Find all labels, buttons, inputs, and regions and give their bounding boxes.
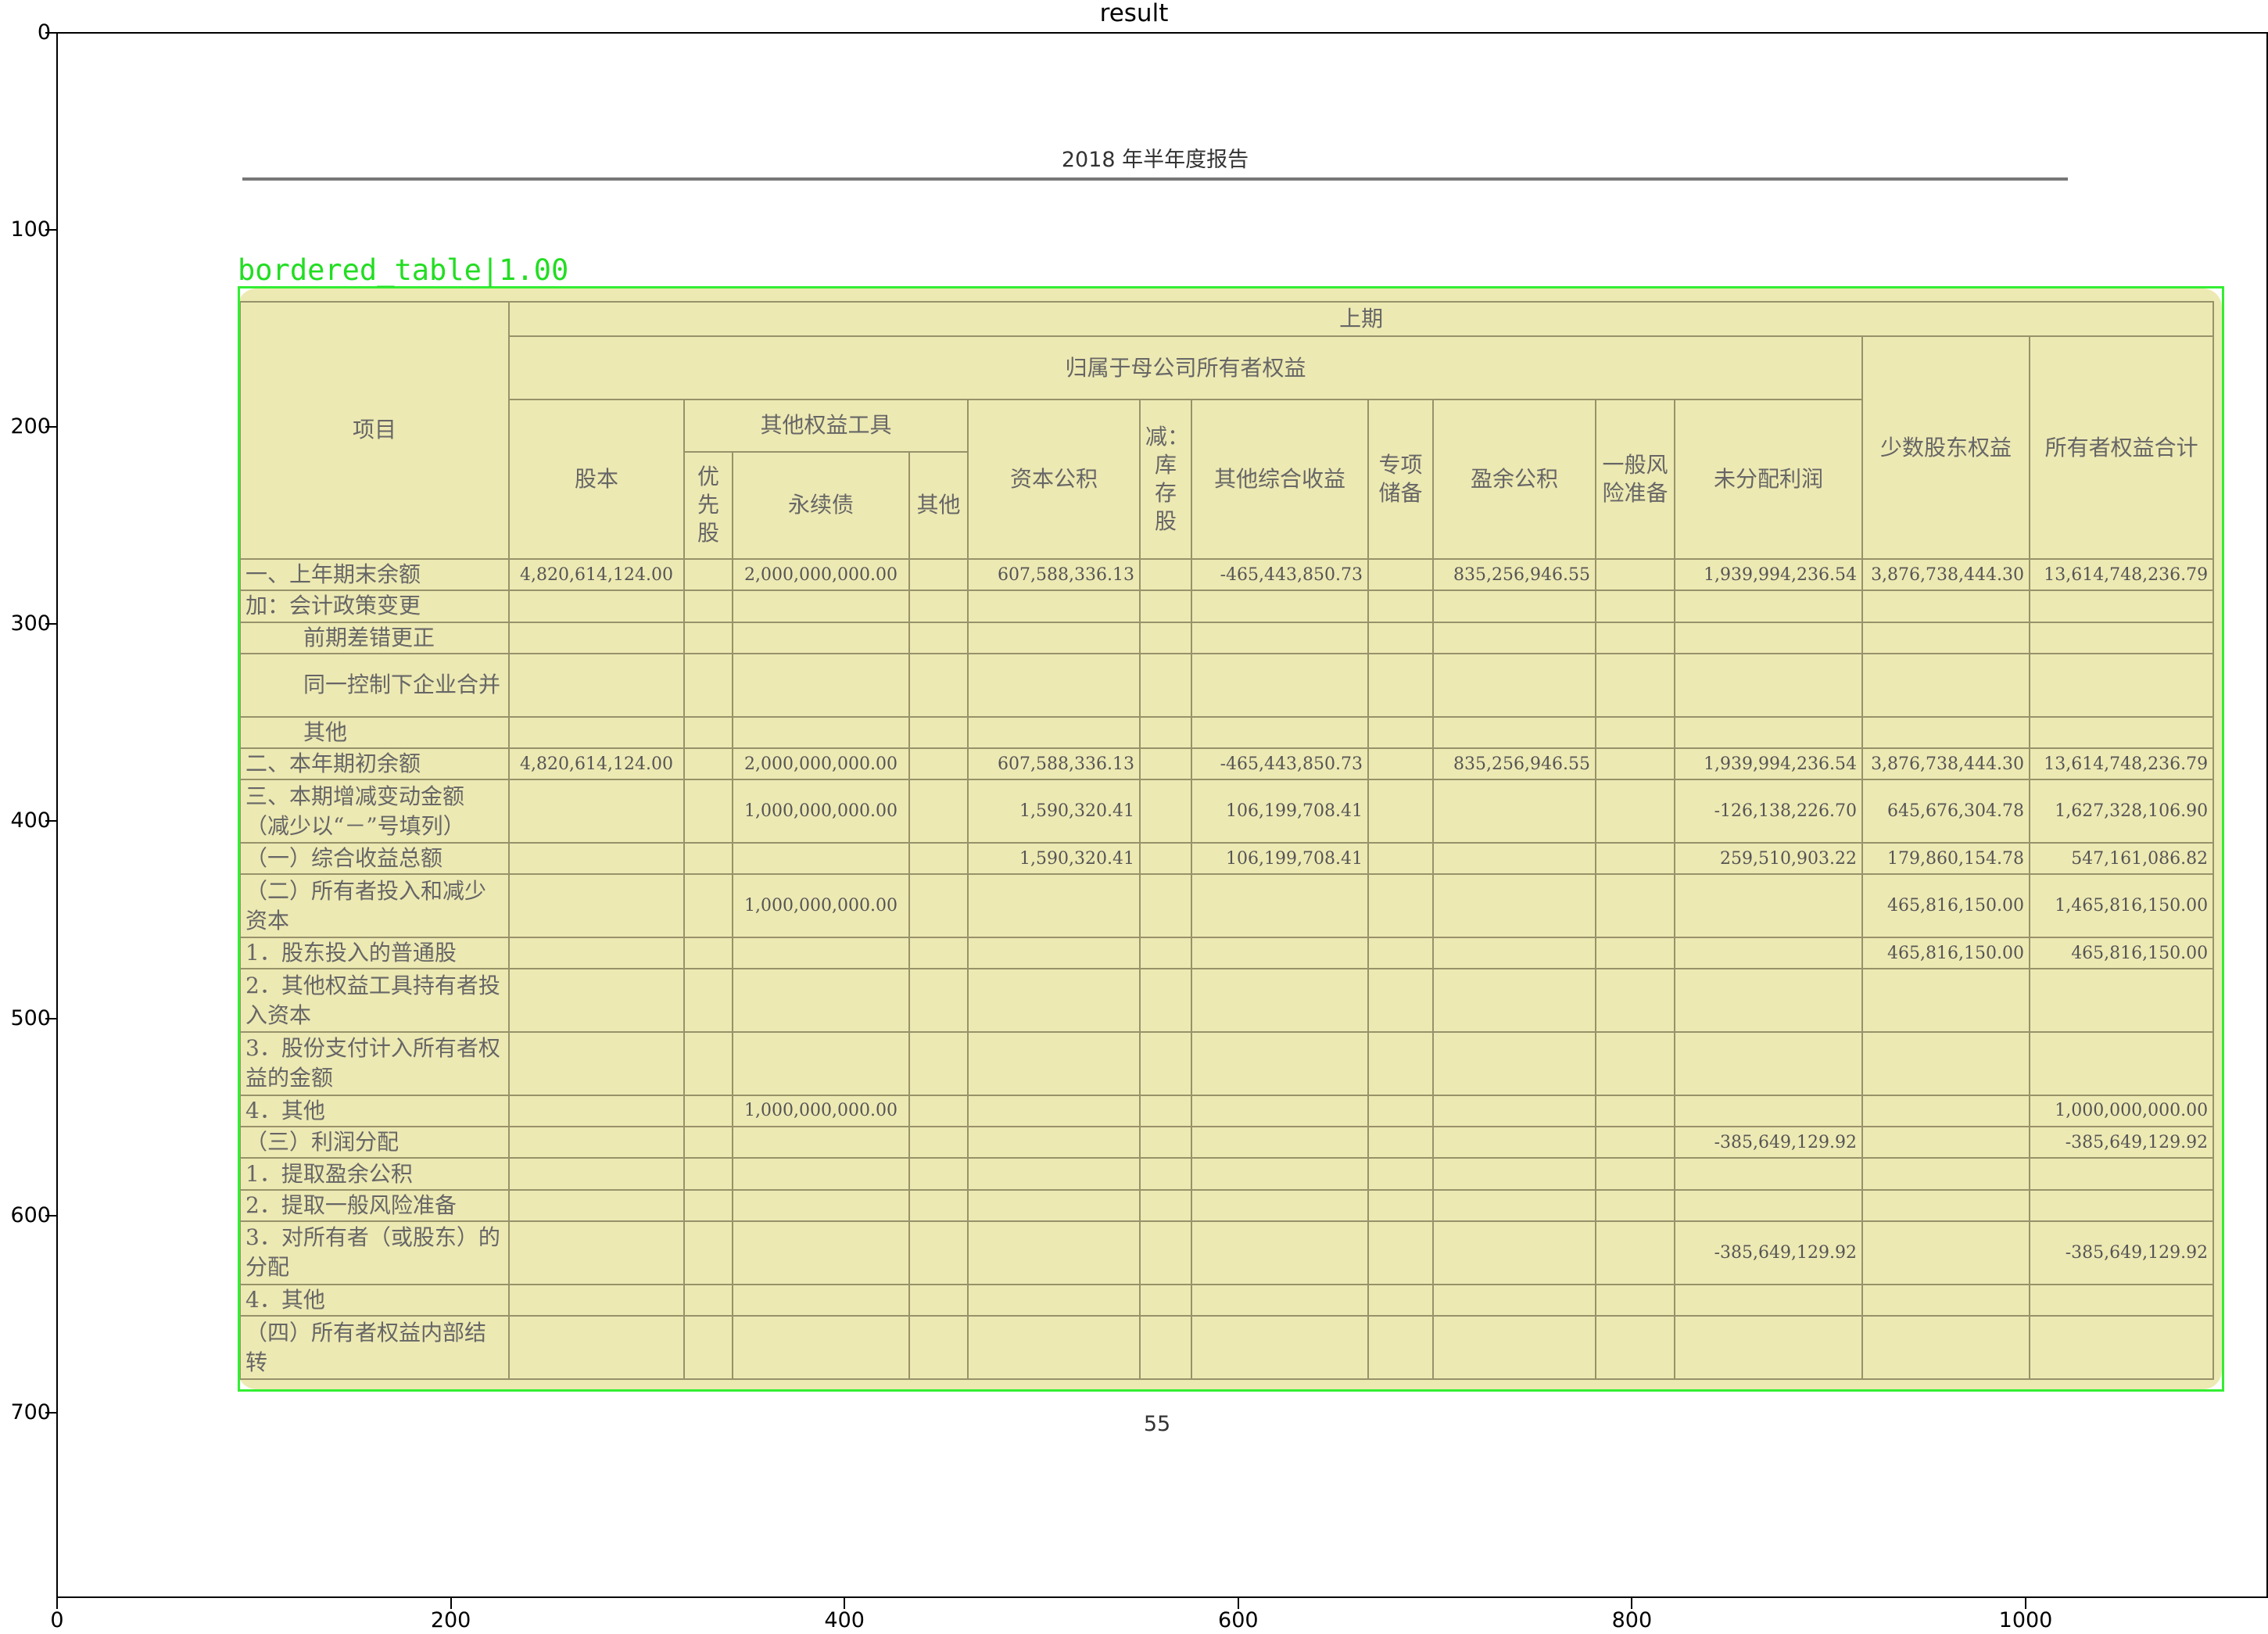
y-tick-label: 200 <box>10 414 51 439</box>
x-tick-label: 600 <box>1218 1608 1259 1632</box>
y-tick-label: 700 <box>10 1399 51 1424</box>
y-tick-label: 0 <box>37 20 51 45</box>
detection-label: bordered_table|1.00 <box>238 253 569 287</box>
y-tick-label: 400 <box>10 808 51 833</box>
y-tick-label: 500 <box>10 1005 51 1030</box>
x-tick <box>56 1598 58 1609</box>
header-rule <box>242 177 2068 181</box>
x-tick-label: 1000 <box>1998 1608 2053 1632</box>
x-tick <box>1237 1598 1239 1609</box>
x-tick <box>450 1598 452 1609</box>
page-number: 55 <box>1143 1412 1171 1436</box>
x-tick-label: 400 <box>824 1608 865 1632</box>
x-tick <box>1631 1598 1633 1609</box>
y-tick-label: 300 <box>10 611 51 636</box>
y-tick-label: 100 <box>10 217 51 242</box>
x-tick-label: 800 <box>1611 1608 1653 1632</box>
x-tick-label: 200 <box>430 1608 471 1632</box>
detection-box <box>238 286 2224 1392</box>
page-header: 2018 年半年度报告 <box>1061 148 1249 172</box>
x-tick-label: 0 <box>50 1608 64 1632</box>
figure-title: result <box>1099 0 1169 27</box>
x-tick <box>844 1598 846 1609</box>
x-tick <box>2025 1598 2026 1609</box>
y-tick-label: 600 <box>10 1202 51 1227</box>
